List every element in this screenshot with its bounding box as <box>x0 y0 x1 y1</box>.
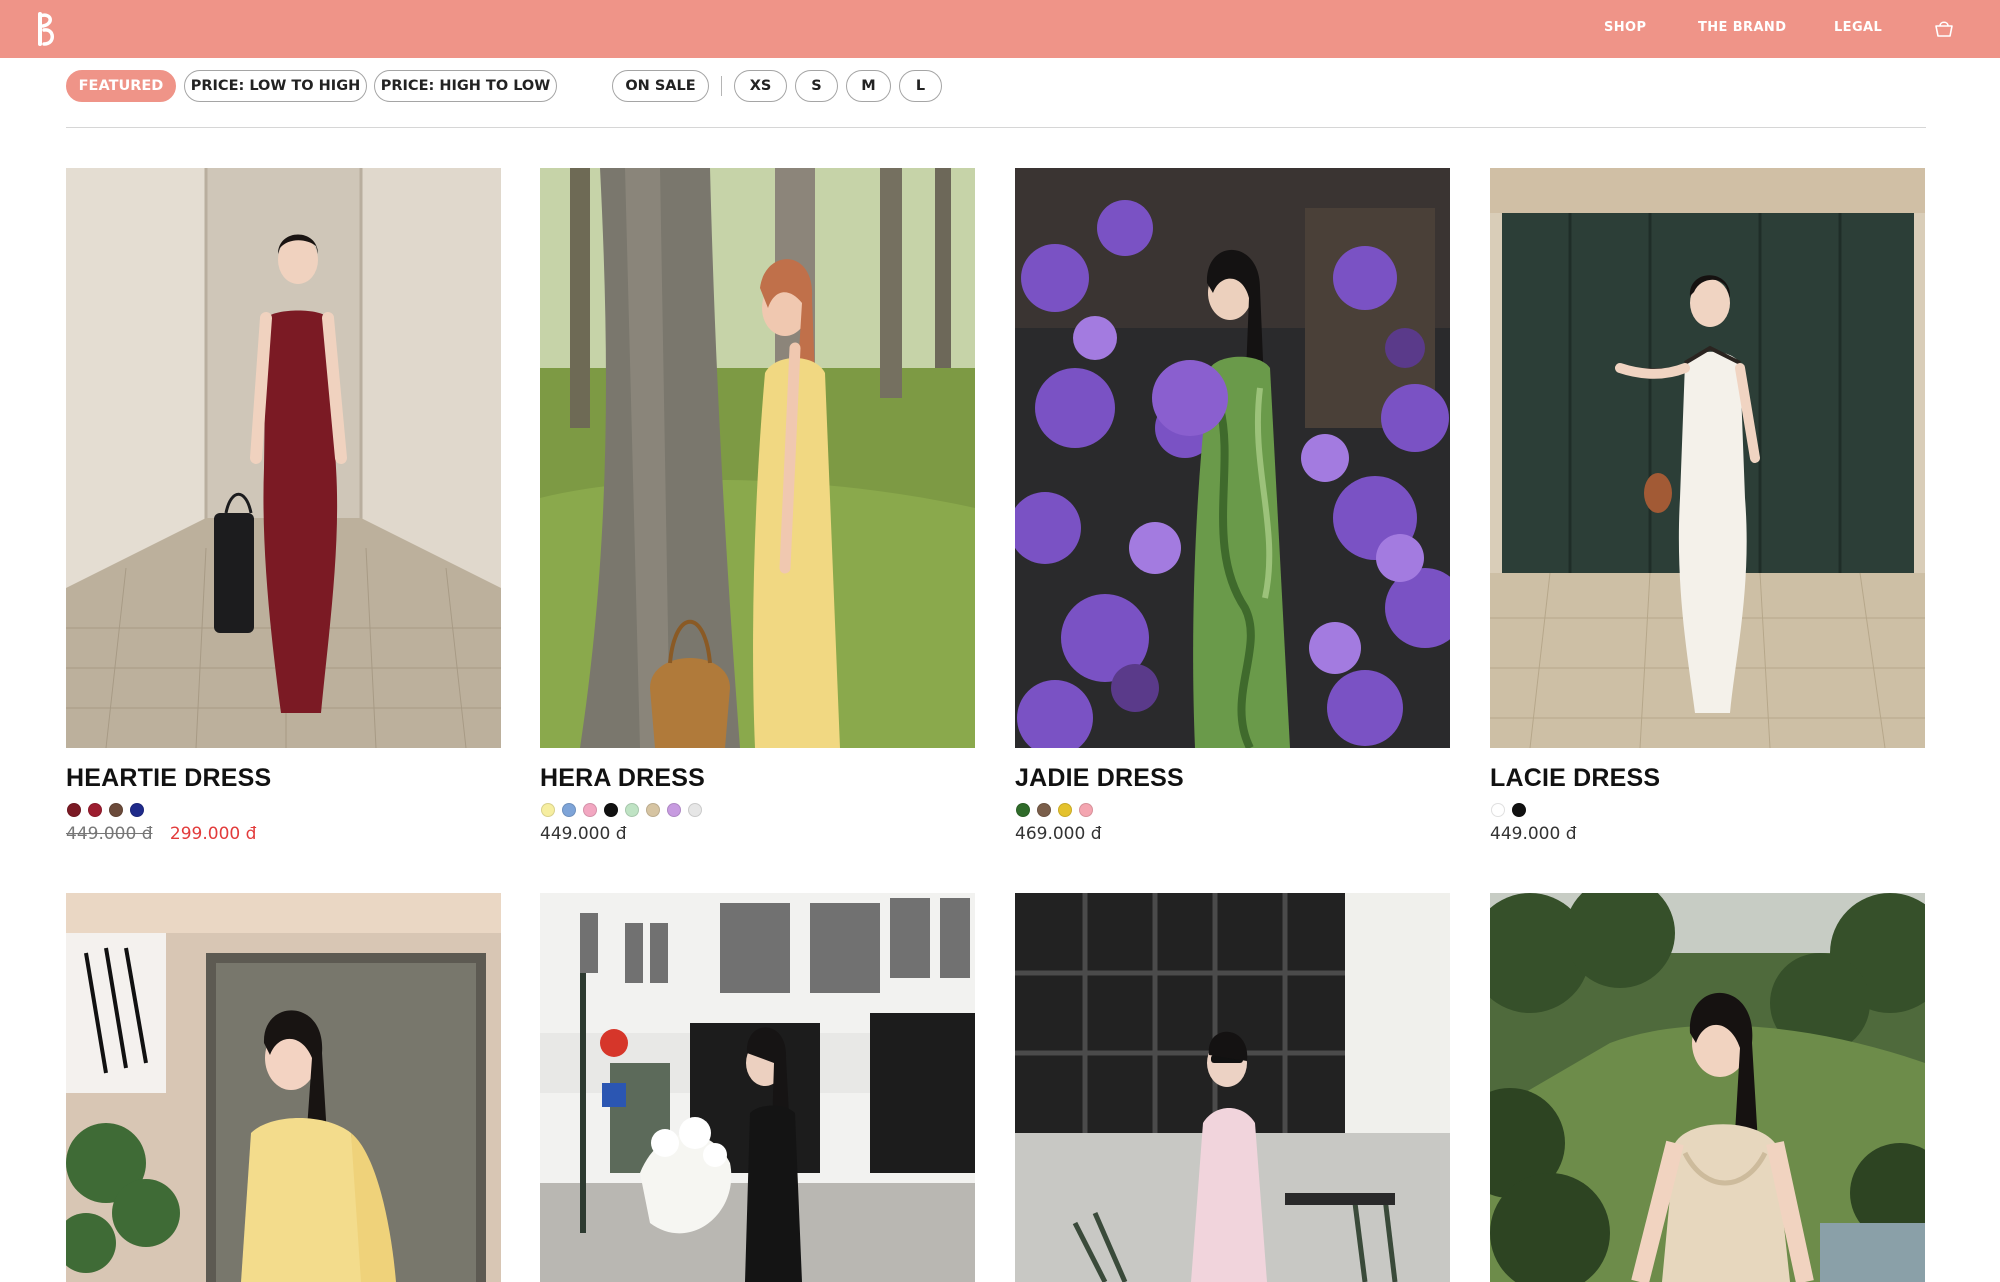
nav-legal[interactable]: LEGAL <box>1834 20 1882 35</box>
product-photo[interactable] <box>540 893 975 1282</box>
product-price: 449.000 đ <box>1490 824 1577 844</box>
color-swatches <box>1491 803 1526 817</box>
color-swatch[interactable] <box>583 803 597 817</box>
color-swatch[interactable] <box>88 803 102 817</box>
color-swatch[interactable] <box>1079 803 1093 817</box>
product-title[interactable]: HEARTIE DRESS <box>66 764 271 793</box>
product-photo[interactable] <box>66 168 501 748</box>
product-title[interactable]: JADIE DRESS <box>1015 764 1184 793</box>
original-price: 449.000 đ <box>66 824 153 844</box>
color-swatch[interactable] <box>1491 803 1505 817</box>
nav-the-brand[interactable]: THE BRAND <box>1698 20 1786 35</box>
size-l-chip[interactable]: L <box>899 70 942 102</box>
product-photo[interactable] <box>1490 168 1925 748</box>
color-swatch[interactable] <box>688 803 702 817</box>
color-swatch[interactable] <box>562 803 576 817</box>
nav-shop[interactable]: SHOP <box>1604 20 1646 35</box>
color-swatch[interactable] <box>646 803 660 817</box>
size-m-chip[interactable]: M <box>846 70 891 102</box>
filter-divider <box>721 76 722 96</box>
product-photo[interactable] <box>1015 893 1450 1282</box>
on-sale-chip[interactable]: ON SALE <box>612 70 709 102</box>
color-swatch[interactable] <box>109 803 123 817</box>
color-swatch[interactable] <box>67 803 81 817</box>
product-price: 469.000 đ <box>1015 824 1102 844</box>
sort-price-high-to-low-chip[interactable]: PRICE: HIGH TO LOW <box>374 70 557 102</box>
color-swatch[interactable] <box>604 803 618 817</box>
sale-price: 299.000 đ <box>169 824 257 844</box>
size-s-chip[interactable]: S <box>795 70 838 102</box>
brand-logo[interactable] <box>34 10 64 48</box>
color-swatch[interactable] <box>667 803 681 817</box>
sort-price-low-to-high-chip[interactable]: PRICE: LOW TO HIGH <box>184 70 367 102</box>
shopping-basket-icon[interactable] <box>1934 19 1954 39</box>
product-title[interactable]: HERA DRESS <box>540 764 705 793</box>
product-price: 449.000 đ <box>540 824 627 844</box>
color-swatch[interactable] <box>1037 803 1051 817</box>
color-swatches <box>1016 803 1093 817</box>
color-swatch[interactable] <box>130 803 144 817</box>
size-xs-chip[interactable]: XS <box>734 70 787 102</box>
color-swatch[interactable] <box>541 803 555 817</box>
color-swatch[interactable] <box>1058 803 1072 817</box>
filter-separator-line <box>66 127 1926 128</box>
product-photo[interactable] <box>1015 168 1450 748</box>
product-title[interactable]: LACIE DRESS <box>1490 764 1660 793</box>
product-photo[interactable] <box>66 893 501 1282</box>
color-swatch[interactable] <box>625 803 639 817</box>
product-photo[interactable] <box>1490 893 1925 1282</box>
product-price: 449.000 đ 299.000 đ <box>66 824 256 844</box>
product-photo[interactable] <box>540 168 975 748</box>
sort-featured-chip[interactable]: FEATURED <box>66 70 176 102</box>
color-swatch[interactable] <box>1512 803 1526 817</box>
top-navigation-bar: SHOP THE BRAND LEGAL <box>0 0 2000 58</box>
color-swatch[interactable] <box>1016 803 1030 817</box>
color-swatches <box>541 803 702 817</box>
color-swatches <box>67 803 144 817</box>
